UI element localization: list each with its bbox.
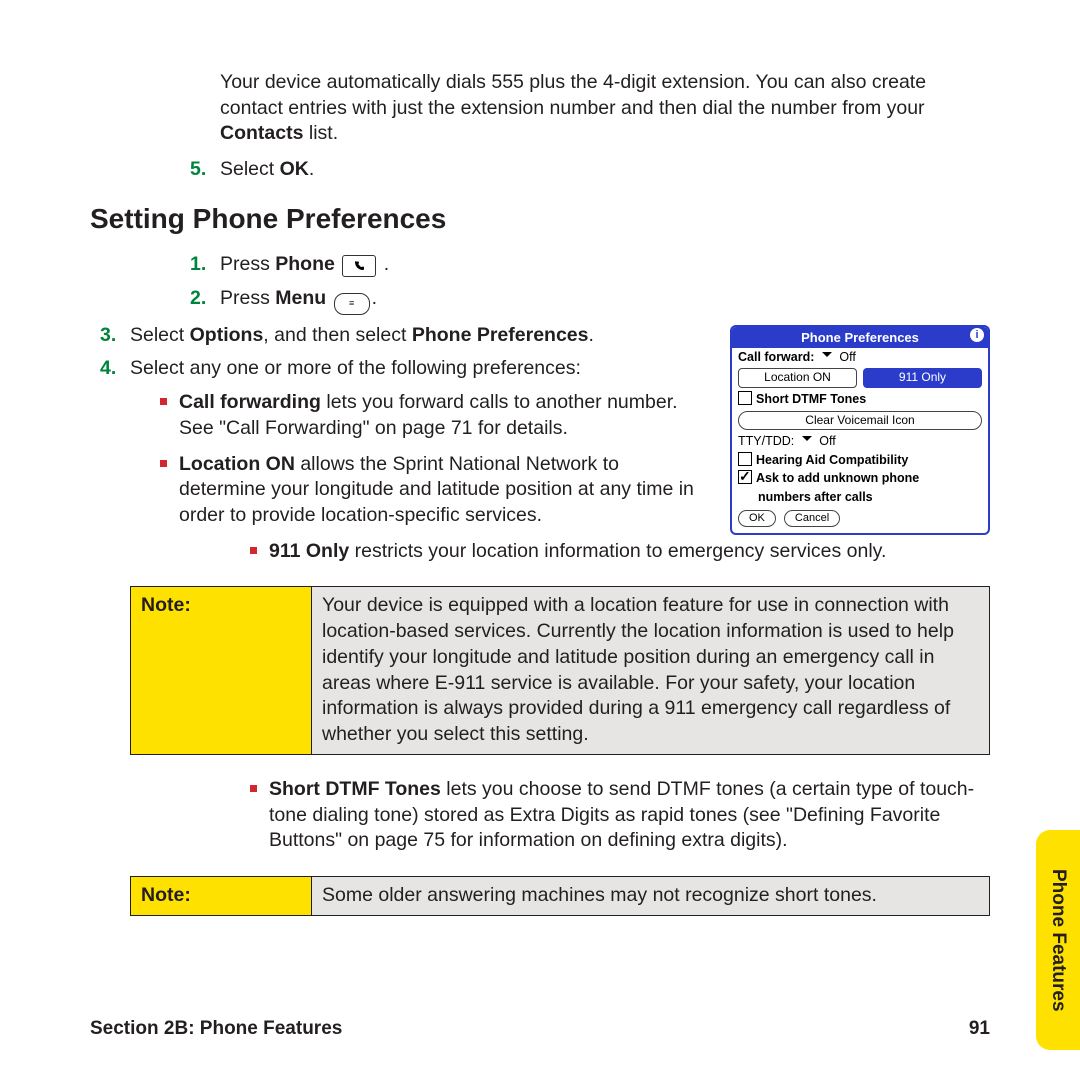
pp-ask-unknown-row: Ask to add unknown phone — [732, 469, 988, 488]
pp-footer-buttons: OK Cancel — [732, 506, 988, 533]
step-text: Press Menu ≡. — [220, 286, 990, 315]
footer-section-title: Section 2B: Phone Features — [90, 1018, 342, 1040]
step-number: 2. — [190, 286, 220, 315]
ordered-step-5: 5. Select OK. — [190, 157, 990, 183]
bullet-icon — [250, 547, 257, 554]
pp-cancel-button[interactable]: Cancel — [784, 510, 840, 527]
dropdown-arrow-icon — [798, 434, 816, 448]
bullet-call-forwarding: Call forwarding lets you forward calls t… — [160, 390, 706, 441]
pp-location-on-button[interactable]: Location ON — [738, 368, 857, 388]
bullet-icon — [160, 398, 167, 405]
bullet-short-dtmf: Short DTMF Tones lets you choose to send… — [250, 777, 990, 854]
pp-short-dtmf-row: Short DTMF Tones — [732, 390, 988, 409]
section-heading: Setting Phone Preferences — [90, 201, 990, 238]
side-tab-label: Phone Features — [1047, 869, 1069, 1012]
checkbox-checked-icon[interactable] — [738, 470, 752, 484]
ordered-step-4: 4. Select any one or more of the followi… — [100, 356, 706, 382]
pp-clear-voicemail-button[interactable]: Clear Voicemail Icon — [738, 411, 982, 431]
step-number: 3. — [100, 323, 130, 349]
checkbox-icon[interactable] — [738, 452, 752, 466]
bullet-911-only: 911 Only restricts your location informa… — [250, 539, 990, 565]
intro-paragraph: Your device automatically dials 555 plus… — [220, 70, 990, 147]
bullet-icon — [250, 785, 257, 792]
bullet-icon — [160, 460, 167, 467]
note-body: Your device is equipped with a location … — [312, 587, 989, 753]
intro-contacts-bold: Contacts — [220, 122, 303, 144]
intro-text-after: list. — [303, 122, 338, 144]
ordered-step-1: 1. Press Phone . — [190, 252, 990, 278]
bullet-location-on: Location ON allows the Sprint National N… — [160, 452, 706, 529]
pp-hearing-aid-row: Hearing Aid Compatibility — [732, 451, 988, 470]
phone-key-icon — [342, 255, 376, 277]
pp-call-forward-row: Call forward: Off — [732, 348, 988, 367]
step-text: Select OK. — [220, 157, 990, 183]
checkbox-icon[interactable] — [738, 391, 752, 405]
page-footer: Section 2B: Phone Features 91 — [90, 1018, 990, 1040]
step-number: 4. — [100, 356, 130, 382]
menu-key-icon: ≡ — [334, 293, 370, 315]
pp-911-only-button[interactable]: 911 Only — [863, 368, 982, 388]
info-icon: i — [970, 328, 984, 342]
step-text: Select any one or more of the following … — [130, 356, 706, 382]
note-body: Some older answering machines may not re… — [312, 877, 989, 915]
note-label: Note: — [131, 877, 312, 915]
footer-page-number: 91 — [969, 1018, 990, 1040]
step-text: Select Options, and then select Phone Pr… — [130, 323, 706, 349]
phone-preferences-screenshot: Phone Preferences i Call forward: Off Lo… — [730, 325, 990, 535]
pp-ok-button[interactable]: OK — [738, 510, 776, 527]
note-box-location: Note: Your device is equipped with a loc… — [130, 586, 990, 754]
ordered-step-3: 3. Select Options, and then select Phone… — [100, 323, 706, 349]
pp-tty-row: TTY/TDD: Off — [732, 432, 988, 451]
pp-location-buttons: Location ON 911 Only — [732, 366, 988, 390]
side-tab: Phone Features — [1036, 830, 1080, 1050]
pp-titlebar: Phone Preferences i — [732, 327, 988, 348]
ordered-step-2: 2. Press Menu ≡. — [190, 286, 990, 315]
step-text: Press Phone . — [220, 252, 990, 278]
dropdown-arrow-icon — [818, 350, 836, 364]
intro-text-before: Your device automatically dials 555 plus… — [220, 71, 926, 119]
note-box-dtmf: Note: Some older answering machines may … — [130, 876, 990, 916]
step-number: 5. — [190, 157, 220, 183]
note-label: Note: — [131, 587, 312, 753]
pp-ask-unknown-row-2: numbers after calls — [752, 488, 988, 507]
step-number: 1. — [190, 252, 220, 278]
